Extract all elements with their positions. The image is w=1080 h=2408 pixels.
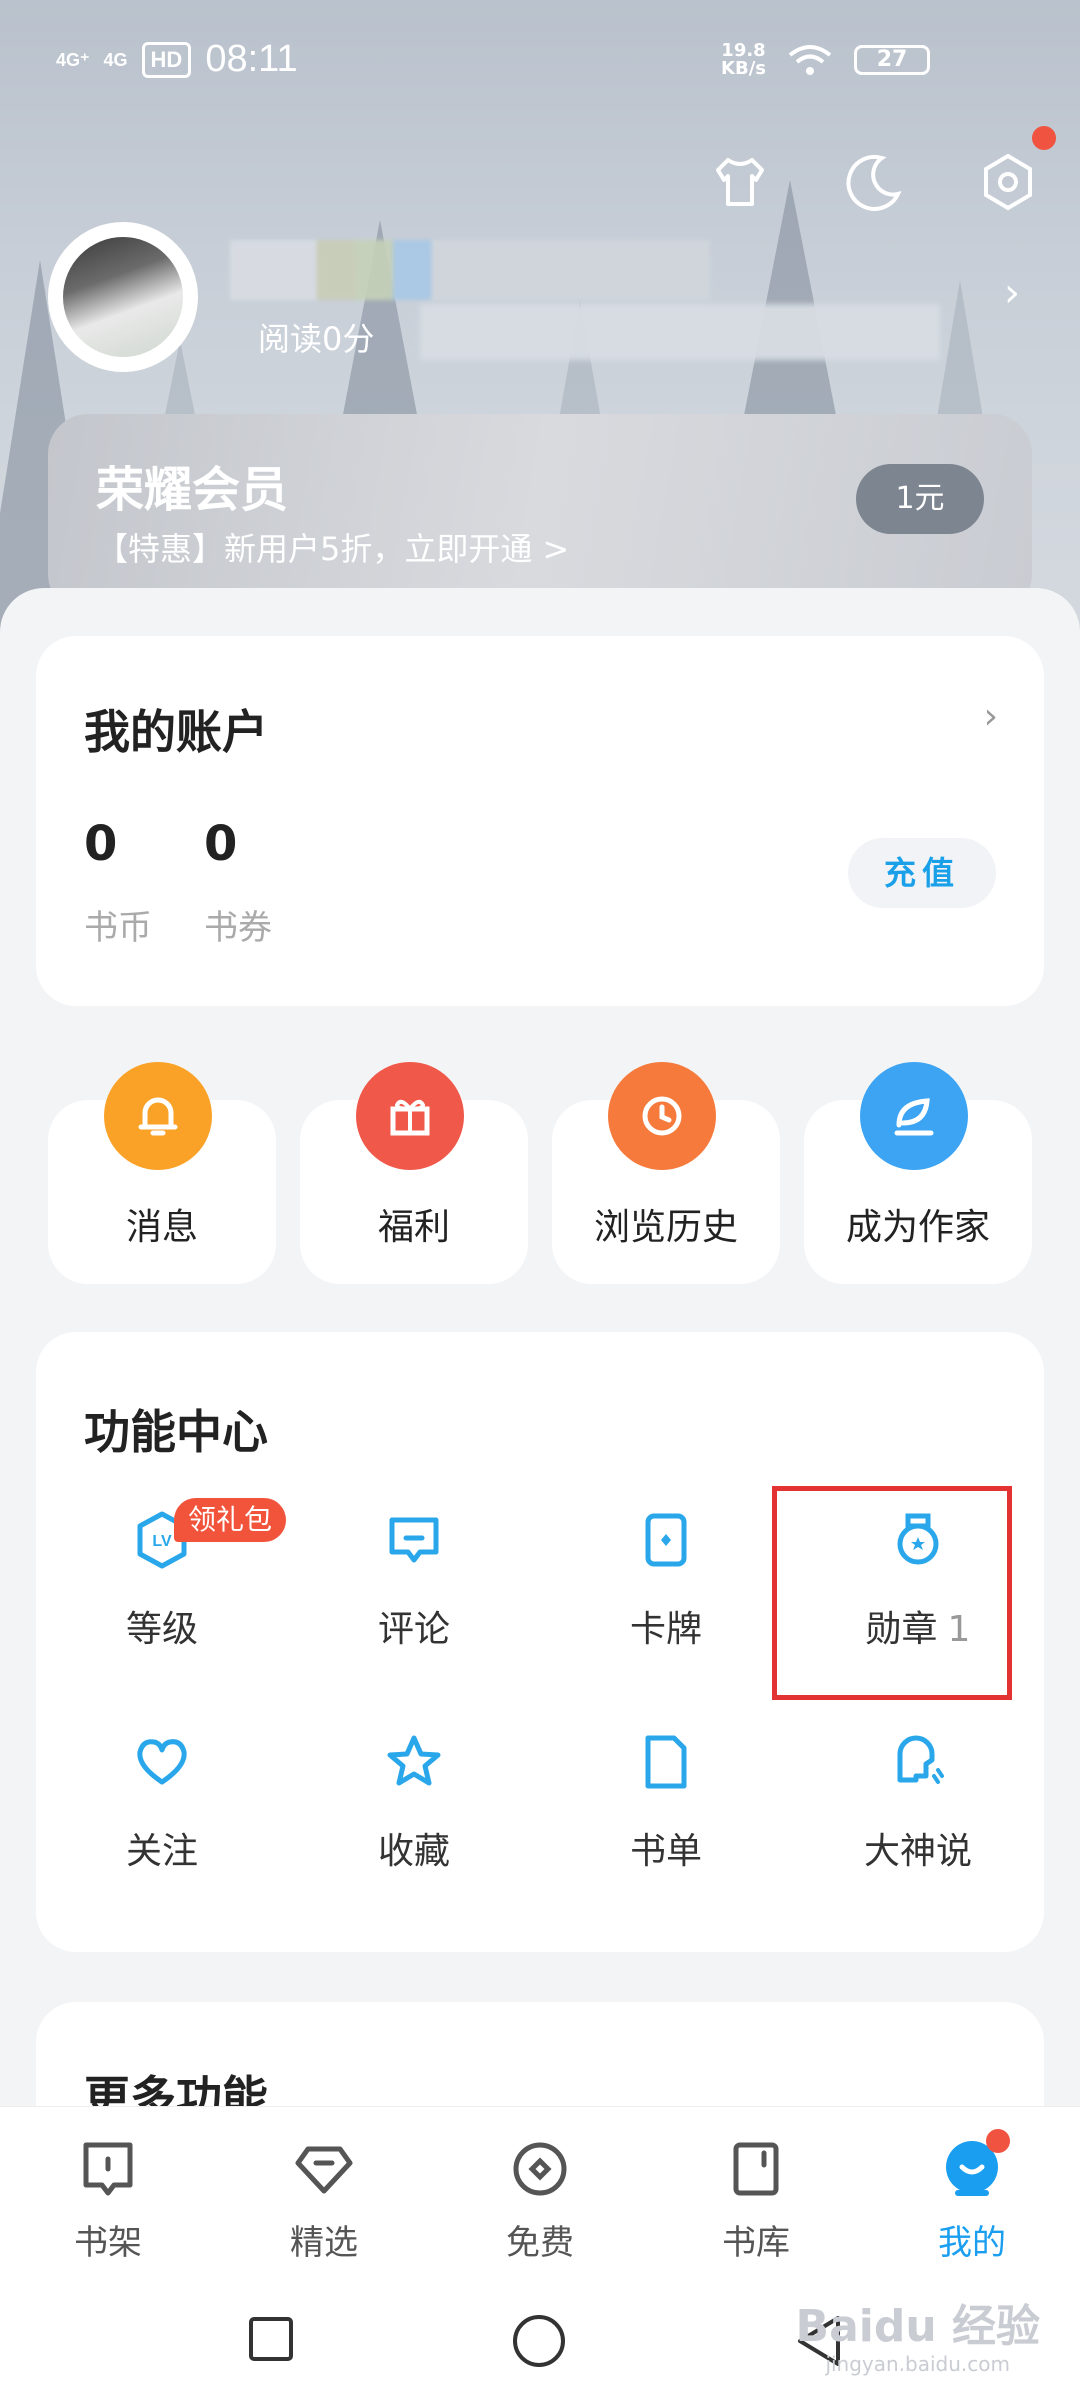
svg-text:LV: LV: [152, 1533, 172, 1550]
function-level[interactable]: LV 等级 领礼包: [36, 1498, 288, 1678]
comment-icon: [389, 1517, 439, 1563]
coins-label: 书币: [84, 908, 152, 948]
function-label: 关注: [125, 1831, 198, 1872]
gift-icon: [356, 1062, 464, 1170]
battery-indicator: 27: [854, 45, 930, 75]
baidu-jingyan-watermark: Baidu 经验: [795, 2301, 1040, 2352]
tab-label: 书库: [722, 2223, 790, 2263]
recharge-button[interactable]: 充值: [848, 838, 996, 908]
tab-bookshelf[interactable]: 书架: [0, 2137, 216, 2264]
function-booklist[interactable]: 书单: [540, 1730, 792, 1900]
function-label: 书单: [629, 1831, 702, 1872]
medal-highlight-box: [772, 1486, 1012, 1700]
tab-free[interactable]: 免费: [432, 2137, 648, 2264]
quill-icon: [860, 1062, 968, 1170]
quick-action-label: 成为作家: [845, 1207, 990, 1248]
account-chevron-icon[interactable]: ›: [984, 696, 998, 737]
function-follow[interactable]: 关注: [36, 1730, 288, 1900]
free-icon: [513, 2142, 567, 2196]
quick-action-become-writer[interactable]: 成为作家: [804, 1062, 1032, 1284]
tab-label: 免费: [506, 2223, 574, 2263]
function-label: 大神说: [863, 1831, 972, 1872]
hd-indicator: HD: [141, 41, 192, 78]
quick-action-history[interactable]: 浏览历史: [552, 1062, 780, 1284]
featured-icon: [295, 2146, 353, 2194]
bell-icon: [104, 1062, 212, 1170]
function-label: 卡牌: [629, 1609, 702, 1650]
profile-info-blurred: [420, 304, 940, 360]
function-cards[interactable]: 卡牌: [540, 1508, 792, 1678]
function-master-talk[interactable]: 大神说: [792, 1730, 1044, 1900]
vouchers-label: 书券: [204, 908, 272, 948]
vip-price-button[interactable]: 1元: [856, 464, 984, 534]
vouchers-value: 0: [204, 816, 238, 872]
card-icon: [645, 1513, 687, 1567]
tab-label: 书架: [74, 2223, 142, 2263]
gift-package-badge: 领礼包: [174, 1498, 287, 1542]
tab-label: 精选: [290, 2223, 358, 2263]
tab-featured[interactable]: 精选: [216, 2137, 432, 2264]
wifi-icon: [788, 45, 832, 75]
speak-icon: [897, 1735, 944, 1784]
vip-subtitle: 【特惠】新用户5折，立即开通 >: [96, 530, 570, 568]
function-center-title: 功能中心: [84, 1405, 268, 1459]
bottom-tab-bar: 书架 精选 免费 书库 我的: [0, 2106, 1080, 2266]
tab-label: 我的: [938, 2223, 1006, 2263]
clock-time: 08:11: [205, 38, 298, 80]
function-comments[interactable]: 评论: [288, 1508, 540, 1678]
night-mode-moon-icon[interactable]: [842, 150, 906, 214]
quick-action-welfare[interactable]: 福利: [300, 1062, 528, 1284]
tab-library[interactable]: 书库: [648, 2137, 864, 2264]
coins-stat[interactable]: 0 书币: [84, 816, 152, 949]
clock-icon: [608, 1062, 716, 1170]
vip-title: 荣耀会员: [96, 462, 289, 518]
heart-icon: [137, 1739, 187, 1785]
booklist-icon: [645, 1735, 687, 1789]
quick-action-label: 浏览历史: [593, 1207, 738, 1248]
account-title: 我的账户: [84, 705, 268, 759]
star-icon: [387, 1735, 441, 1786]
vip-membership-banner[interactable]: 荣耀会员 【特惠】新用户5折，立即开通 > 1元: [48, 414, 1032, 614]
vouchers-stat[interactable]: 0 书券: [204, 816, 272, 949]
network-speed: 19.8 KB/s: [721, 40, 766, 79]
status-bar: 4G⁺ 4G HD 08:11 19.8 KB/s 27: [0, 0, 1080, 120]
header-actions: [708, 126, 1056, 214]
watermark-url: jingyan.baidu.com: [825, 2352, 1010, 2376]
network-indicator-1: 4G⁺: [56, 49, 90, 70]
shirt-icon[interactable]: [708, 150, 772, 214]
function-label: 等级: [125, 1609, 198, 1650]
profile-chevron-icon[interactable]: ›: [1004, 270, 1020, 316]
username-blurred: [230, 240, 710, 300]
network-indicator-2: 4G: [103, 49, 128, 70]
tab-profile[interactable]: 我的: [864, 2129, 1080, 2264]
coins-value: 0: [84, 816, 118, 872]
library-icon: [733, 2142, 779, 2196]
home-circle-icon[interactable]: [512, 2314, 566, 2368]
function-favorites[interactable]: 收藏: [288, 1730, 540, 1900]
settings-gear-icon[interactable]: [976, 126, 1056, 214]
quick-action-label: 消息: [125, 1207, 198, 1248]
settings-notification-dot: [1032, 126, 1056, 150]
read-time: 阅读0分: [258, 320, 375, 358]
bookshelf-icon: [83, 2142, 133, 2196]
function-label: 评论: [377, 1609, 450, 1650]
profile-notification-dot: [986, 2129, 1010, 2153]
account-card[interactable]: 我的账户 › 0 书币 0 书券 充值: [36, 636, 1044, 1006]
recent-apps-square-icon[interactable]: [248, 2316, 294, 2362]
quick-action-label: 福利: [377, 1207, 450, 1248]
quick-action-messages[interactable]: 消息: [48, 1062, 276, 1284]
avatar[interactable]: [48, 222, 198, 372]
function-label: 收藏: [377, 1831, 450, 1872]
